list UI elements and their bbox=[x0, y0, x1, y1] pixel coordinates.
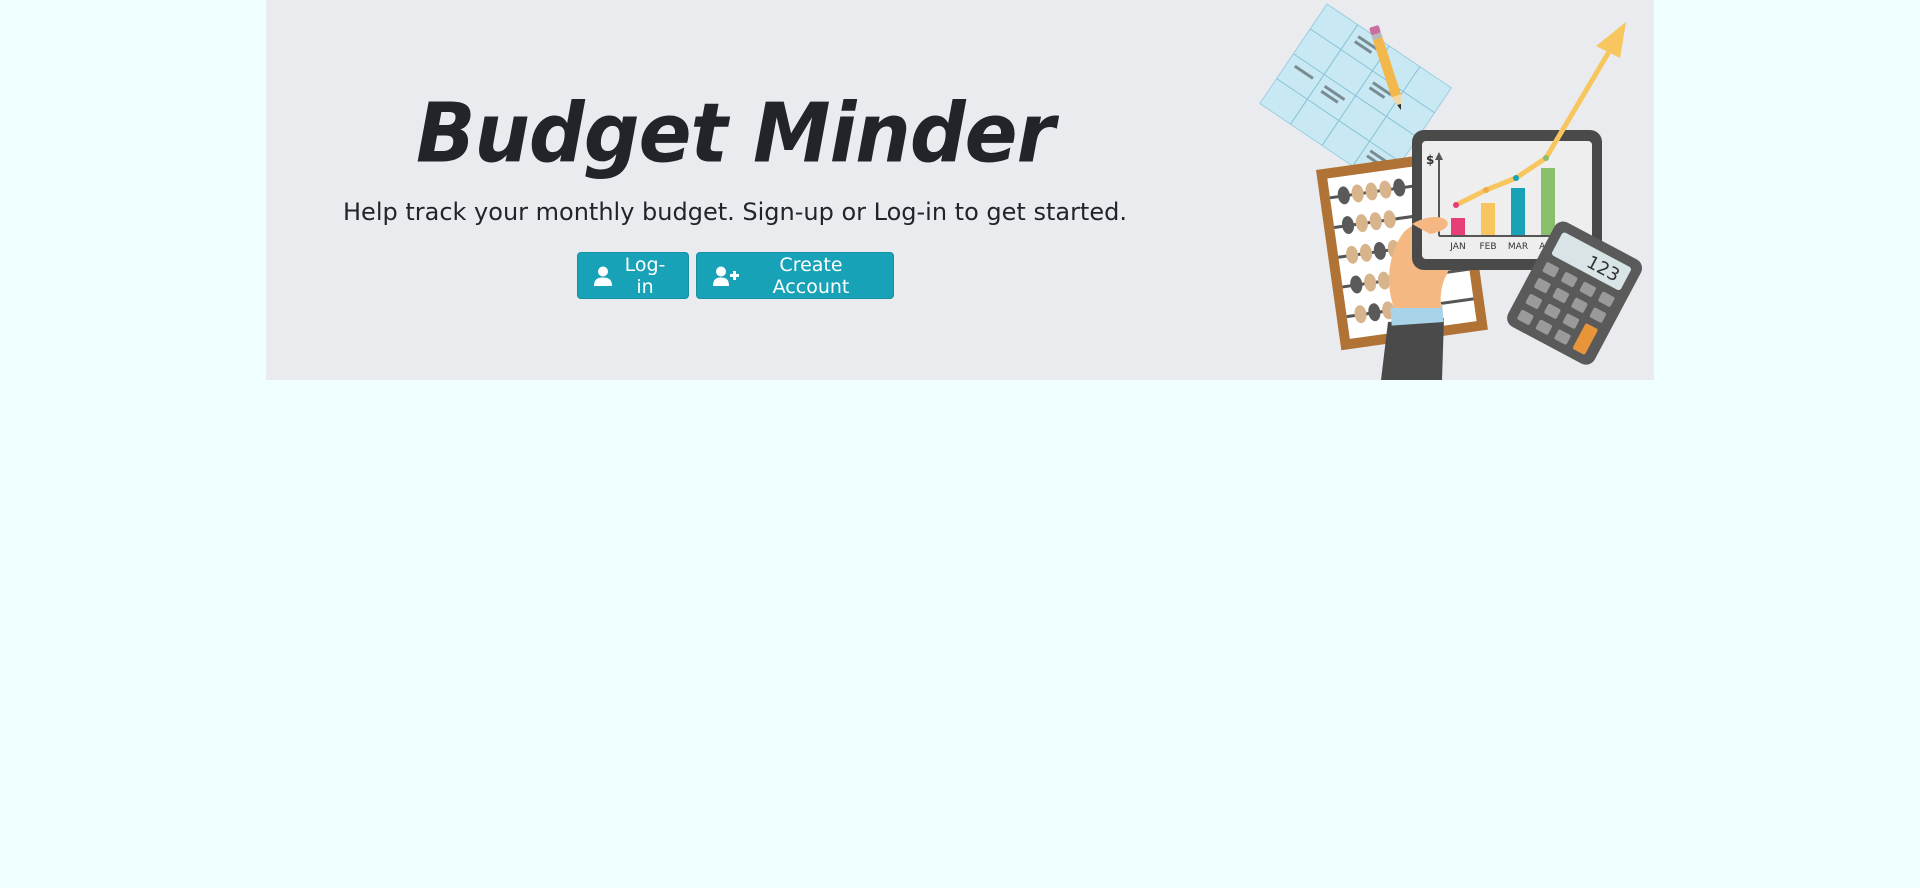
axis-symbol: $ bbox=[1426, 153, 1434, 167]
hero-text: Budget Minder Help track your monthly bu… bbox=[266, 0, 1204, 380]
month-label-mar: MAR bbox=[1508, 242, 1528, 252]
login-button[interactable]: Log-in bbox=[577, 252, 689, 299]
create-account-button-label: Create Account bbox=[772, 253, 850, 298]
month-label-feb: FEB bbox=[1479, 242, 1496, 252]
budget-illustration: $ JAN FEB MAR APR bbox=[1244, 0, 1654, 380]
month-label-jan: JAN bbox=[1449, 242, 1465, 252]
page-title: Budget Minder bbox=[415, 86, 1055, 182]
user-icon bbox=[594, 266, 612, 286]
button-group: Log-in Create Account bbox=[577, 252, 894, 299]
user-plus-icon bbox=[713, 266, 739, 286]
page-subtitle: Help track your monthly budget. Sign-up … bbox=[343, 198, 1127, 226]
login-button-label: Log-in bbox=[624, 253, 666, 298]
create-account-button[interactable]: Create Account bbox=[696, 252, 894, 299]
hero-banner: Budget Minder Help track your monthly bu… bbox=[266, 0, 1654, 380]
